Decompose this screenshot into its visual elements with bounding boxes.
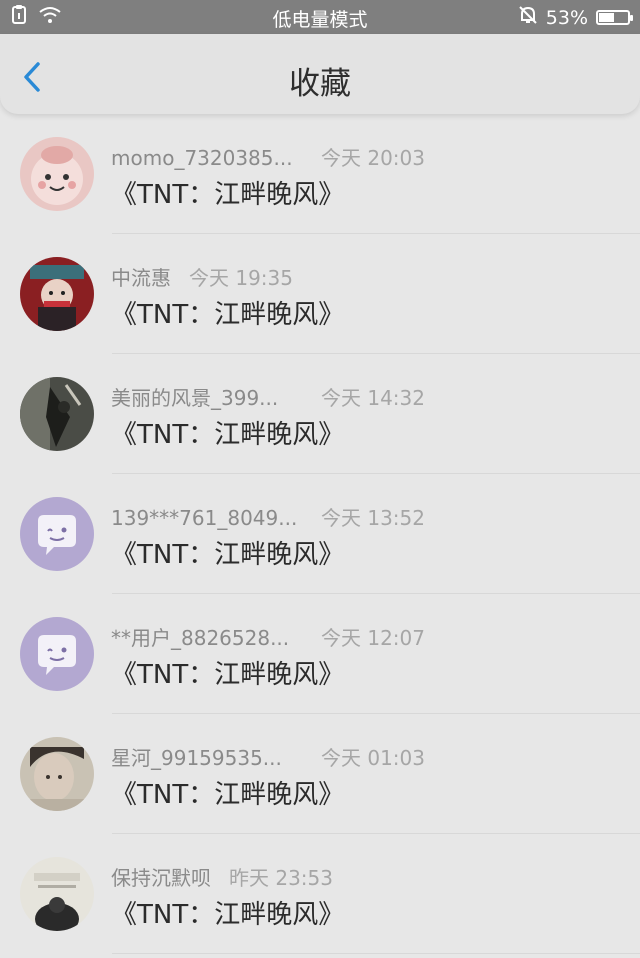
item-content: 《TNT：江畔晚风》 — [111, 300, 345, 330]
list-item[interactable]: momo_7320385... 今天 20:03 《TNT：江畔晚风》 — [0, 114, 640, 234]
list-item[interactable]: 中流惠 今天 19:35 《TNT：江畔晚风》 — [0, 234, 640, 354]
bell-off-icon — [518, 5, 538, 30]
avatar[interactable] — [20, 497, 94, 571]
favorites-list: momo_7320385... 今天 20:03 《TNT：江畔晚风》 中流惠 … — [0, 114, 640, 954]
avatar[interactable] — [20, 257, 94, 331]
timestamp: 今天 12:07 — [321, 626, 425, 650]
user-name: momo_7320385... — [111, 146, 293, 170]
list-item[interactable]: 美丽的风景_399... 今天 14:32 《TNT：江畔晚风》 — [0, 354, 640, 474]
status-right: 53% — [518, 5, 633, 30]
page-title: 收藏 — [289, 66, 351, 102]
user-name: 139***761_8049... — [111, 506, 297, 530]
item-content: 《TNT：江畔晚风》 — [111, 660, 345, 690]
user-name: 美丽的风景_399... — [111, 386, 279, 410]
battery-level-fill — [599, 13, 614, 22]
item-meta: 139***761_8049... 今天 13:52 — [111, 502, 425, 531]
avatar[interactable] — [20, 857, 94, 931]
timestamp: 昨天 23:53 — [229, 866, 333, 890]
user-name: 中流惠 — [111, 266, 171, 290]
item-meta: momo_7320385... 今天 20:03 — [111, 142, 425, 171]
item-content: 《TNT：江畔晚风》 — [111, 420, 345, 450]
timestamp: 今天 14:32 — [321, 386, 425, 410]
battery-icon — [596, 10, 633, 25]
list-item[interactable]: 139***761_8049... 今天 13:52 《TNT：江畔晚风》 — [0, 474, 640, 594]
navigation-bar: 收藏 — [0, 34, 640, 114]
list-item[interactable]: **用户_8826528... 今天 12:07 《TNT：江畔晚风》 — [0, 594, 640, 714]
item-meta: 保持沉默呗 昨天 23:53 — [111, 862, 333, 891]
item-meta: 星河_99159535... 今天 01:03 — [111, 742, 425, 771]
divider — [112, 953, 640, 954]
item-meta: 中流惠 今天 19:35 — [111, 262, 293, 291]
item-content: 《TNT：江畔晚风》 — [111, 900, 345, 930]
user-name: 星河_99159535... — [111, 746, 282, 770]
avatar[interactable] — [20, 737, 94, 811]
item-content: 《TNT：江畔晚风》 — [111, 180, 345, 210]
avatar[interactable] — [20, 137, 94, 211]
list-item[interactable]: 保持沉默呗 昨天 23:53 《TNT：江畔晚风》 — [0, 834, 640, 954]
timestamp: 今天 13:52 — [321, 506, 425, 530]
user-name: 保持沉默呗 — [111, 866, 211, 890]
timestamp: 今天 01:03 — [321, 746, 425, 770]
item-content: 《TNT：江畔晚风》 — [111, 780, 345, 810]
battery-percent: 53% — [545, 6, 588, 29]
avatar[interactable] — [20, 377, 94, 451]
timestamp: 今天 20:03 — [321, 146, 425, 170]
item-meta: **用户_8826528... 今天 12:07 — [111, 622, 425, 651]
avatar[interactable] — [20, 617, 94, 691]
list-item[interactable]: 星河_99159535... 今天 01:03 《TNT：江畔晚风》 — [0, 714, 640, 834]
status-bar: 低电量模式 53% — [0, 0, 640, 34]
item-meta: 美丽的风景_399... 今天 14:32 — [111, 382, 425, 411]
item-content: 《TNT：江畔晚风》 — [111, 540, 345, 570]
user-name: **用户_8826528... — [111, 626, 290, 650]
timestamp: 今天 19:35 — [189, 266, 293, 290]
